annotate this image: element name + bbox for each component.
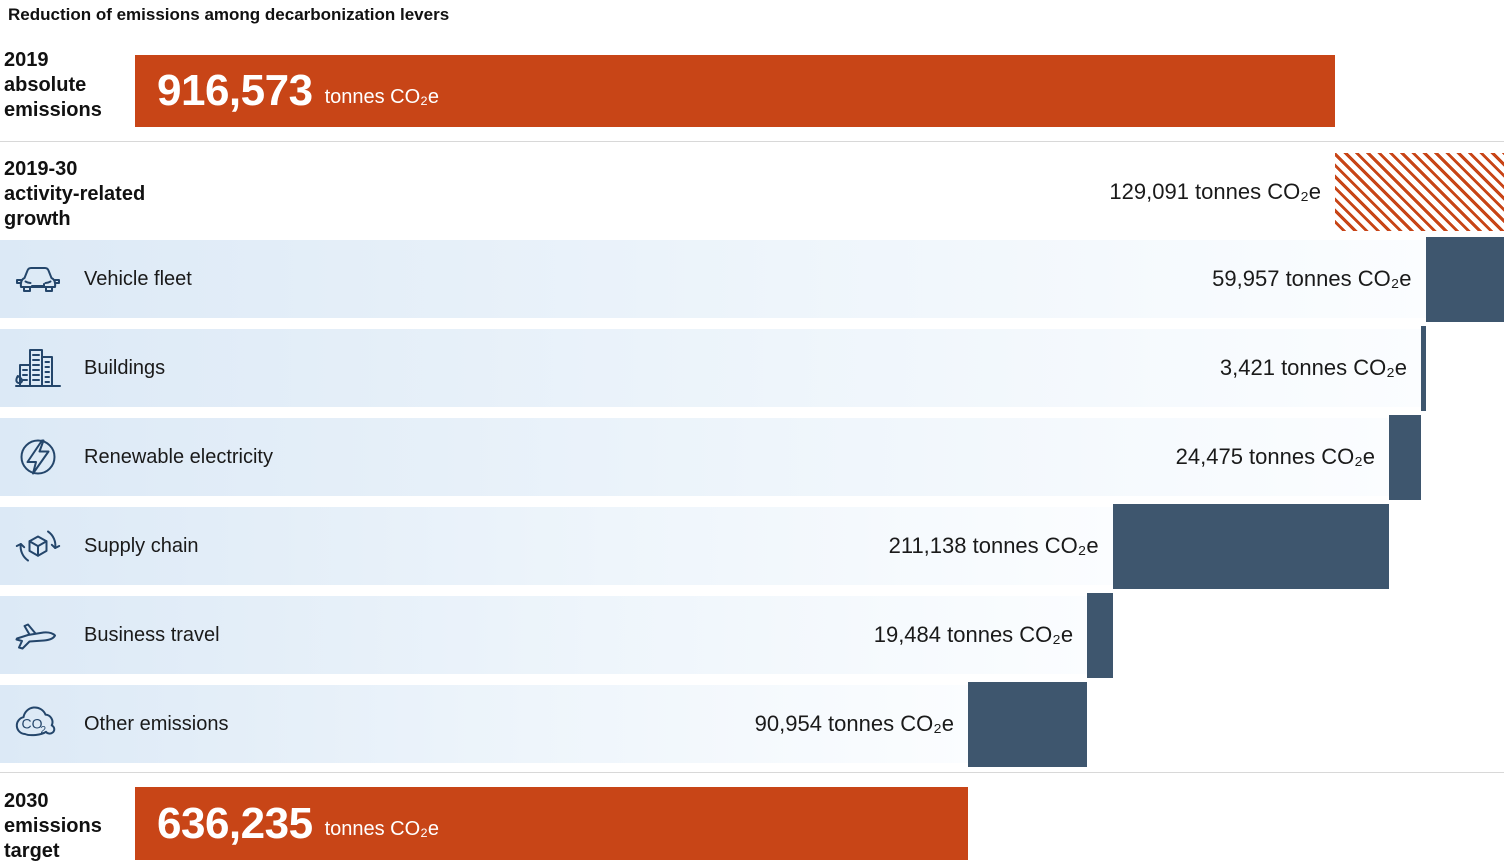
bar-renewable-electricity bbox=[1389, 415, 1421, 500]
unit-2019-absolute-emissions: tonnes CO₂e bbox=[313, 74, 440, 109]
row-buildings: Buildings 3,421 tonnes CO₂e bbox=[0, 329, 1504, 407]
bar-buildings bbox=[1421, 326, 1426, 411]
lever-label: Buildings bbox=[84, 329, 165, 407]
row-business-travel: Business travel 19,484 tonnes CO₂e bbox=[0, 596, 1504, 674]
emissions-waterfall-page: { "title": "Reduction of emissions among… bbox=[0, 0, 1504, 863]
svg-text:2: 2 bbox=[41, 725, 47, 736]
buildings-icon bbox=[12, 342, 64, 394]
row-supply-chain: Supply chain 211,138 tonnes CO₂e bbox=[0, 507, 1504, 585]
lever-value: 19,484 tonnes CO₂e bbox=[874, 596, 1073, 674]
svg-text:CO: CO bbox=[22, 716, 43, 732]
lever-value: 3,421 tonnes CO₂e bbox=[1220, 329, 1407, 407]
lever-value: 211,138 tonnes CO₂e bbox=[889, 507, 1099, 585]
value-2030-emissions-target: 636,235 bbox=[135, 799, 313, 849]
divider-bottom bbox=[0, 772, 1504, 773]
supply-chain-icon bbox=[12, 520, 64, 572]
row-renewable-electricity: Renewable electricity 24,475 tonnes CO₂e bbox=[0, 418, 1504, 496]
value-2019-absolute-emissions: 916,573 bbox=[135, 66, 313, 116]
lever-label: Supply chain bbox=[84, 507, 199, 585]
lever-label: Other emissions bbox=[84, 685, 229, 763]
unit-2030-emissions-target: tonnes CO₂e bbox=[313, 806, 440, 841]
lever-label: Renewable electricity bbox=[84, 418, 273, 496]
bar-2030-emissions-target: 636,235 tonnes CO₂e bbox=[135, 787, 968, 860]
car-icon bbox=[12, 253, 64, 305]
row-vehicle-fleet: Vehicle fleet 59,957 tonnes CO₂e bbox=[0, 240, 1504, 318]
divider-top bbox=[0, 141, 1504, 142]
lever-value: 59,957 tonnes CO₂e bbox=[1212, 240, 1411, 318]
chart-title: Reduction of emissions among decarboniza… bbox=[8, 5, 449, 25]
bar-vehicle-fleet bbox=[1426, 237, 1504, 322]
co2-cloud-icon: CO 2 bbox=[12, 698, 64, 750]
lever-label: Vehicle fleet bbox=[84, 240, 192, 318]
bar-supply-chain bbox=[1113, 504, 1389, 589]
lever-value: 24,475 tonnes CO₂e bbox=[1176, 418, 1375, 496]
airplane-icon bbox=[12, 609, 64, 661]
lever-label: Business travel bbox=[84, 596, 220, 674]
lever-value: 90,954 tonnes CO₂e bbox=[755, 685, 954, 763]
row-other-emissions: CO 2 Other emissions 90,954 tonnes CO₂e bbox=[0, 685, 1504, 763]
row-activity-growth: 2019-30 activity-related growth 129,091 … bbox=[0, 153, 1504, 231]
lightning-icon bbox=[12, 431, 64, 483]
row-label-activity-growth: 2019-30 activity-related growth bbox=[4, 157, 179, 232]
bar-activity-growth-hatched bbox=[1335, 153, 1504, 231]
bar-other-emissions bbox=[968, 682, 1087, 767]
bar-business-travel bbox=[1087, 593, 1113, 678]
value-activity-growth: 129,091 tonnes CO₂e bbox=[1109, 153, 1321, 231]
row-band bbox=[0, 329, 1422, 407]
bar-2019-absolute-emissions: 916,573 tonnes CO₂e bbox=[135, 55, 1335, 127]
